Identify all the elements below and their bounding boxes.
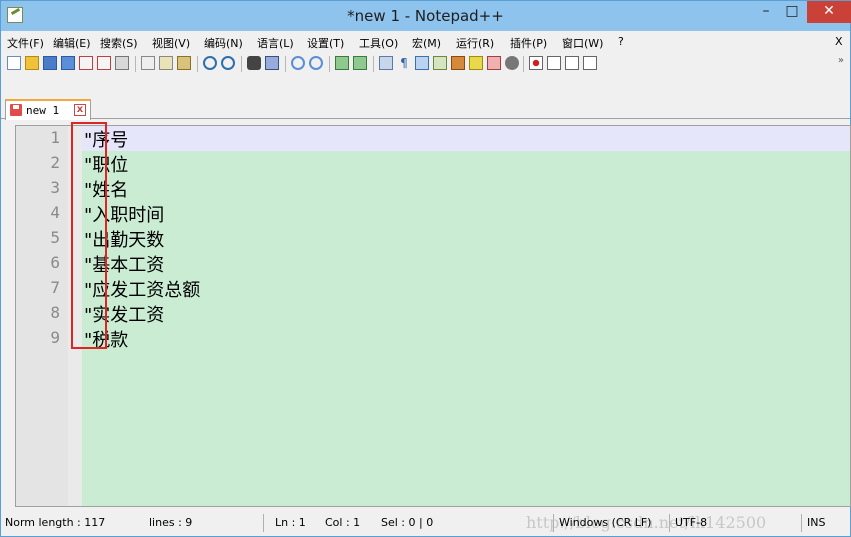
line-number: 3 xyxy=(50,178,60,197)
find-icon[interactable] xyxy=(247,56,261,70)
close-all-icon[interactable] xyxy=(97,56,111,70)
status-selection: Sel : 0 | 0 xyxy=(381,516,434,529)
word-wrap-icon[interactable] xyxy=(379,56,393,70)
toolbar-overflow-icon[interactable]: » xyxy=(838,55,844,66)
menu-window[interactable]: 窗口(W) xyxy=(562,35,603,51)
title-bar[interactable]: *new 1 - Notepad++ – □ ✕ xyxy=(1,1,851,31)
tab-close-icon[interactable]: x xyxy=(74,104,86,116)
menu-tools[interactable]: 工具(O) xyxy=(359,35,398,51)
play-macro-icon[interactable] xyxy=(565,56,579,70)
user-language-icon[interactable] xyxy=(433,56,447,70)
status-lines: lines : 9 xyxy=(149,516,193,529)
tab-label: new 1 xyxy=(26,104,60,117)
toolbar-separator xyxy=(523,56,524,72)
menu-plugins[interactable]: 插件(P) xyxy=(510,35,547,51)
undo-icon[interactable] xyxy=(203,56,217,70)
status-separator xyxy=(263,514,264,532)
line-number: 8 xyxy=(50,303,60,322)
print-icon[interactable] xyxy=(115,56,129,70)
maximize-button[interactable]: □ xyxy=(779,1,805,23)
redo-icon[interactable] xyxy=(221,56,235,70)
menu-edit[interactable]: 编辑(E) xyxy=(53,35,91,51)
current-line-highlight xyxy=(82,126,850,151)
indent-guide-icon[interactable] xyxy=(415,56,429,70)
menu-view[interactable]: 视图(V) xyxy=(152,35,190,51)
close-file-icon[interactable] xyxy=(79,56,93,70)
status-separator xyxy=(801,514,802,532)
sync-horizontal-icon[interactable] xyxy=(353,56,367,70)
folder-workspace-icon[interactable] xyxy=(487,56,501,70)
line-number: 1 xyxy=(50,128,60,147)
menu-macro[interactable]: 宏(M) xyxy=(412,35,441,51)
tab-bar: new 1 x xyxy=(1,97,850,120)
close-button[interactable]: ✕ xyxy=(807,1,851,23)
show-all-chars-icon[interactable]: ¶ xyxy=(397,56,411,70)
cut-icon[interactable] xyxy=(141,56,155,70)
window-title: *new 1 - Notepad++ xyxy=(347,7,504,25)
highlight-annotation-box xyxy=(71,122,107,349)
menu-language[interactable]: 语言(L) xyxy=(257,35,294,51)
status-column: Col : 1 xyxy=(325,516,361,529)
toolbar-separator xyxy=(329,56,330,72)
status-bar: Norm length : 117 lines : 9 Ln : 1 Col :… xyxy=(1,510,850,536)
copy-icon[interactable] xyxy=(159,56,173,70)
menu-settings[interactable]: 设置(T) xyxy=(307,35,344,51)
toolbar-separator xyxy=(241,56,242,72)
replace-icon[interactable] xyxy=(265,56,279,70)
status-line: Ln : 1 xyxy=(275,516,306,529)
menu-run[interactable]: 运行(R) xyxy=(456,35,494,51)
toolbar-separator xyxy=(135,56,136,72)
line-number: 9 xyxy=(50,328,60,347)
text-editor[interactable]: 1 "序号 2 "职位 3 "姓名 4 "入职时间 5 "出勤天数 6 "基本工… xyxy=(15,122,851,507)
status-eol: Windows (CR LF) xyxy=(559,516,652,529)
menu-help[interactable]: ? xyxy=(618,35,624,48)
status-insert-mode: INS xyxy=(807,516,826,529)
line-number: 7 xyxy=(50,278,60,297)
line-number: 2 xyxy=(50,153,60,172)
line-number: 4 xyxy=(50,203,60,222)
line-number: 5 xyxy=(50,228,60,247)
toolbar-separator xyxy=(197,56,198,72)
menu-close-doc[interactable]: X xyxy=(835,35,843,48)
line-number: 6 xyxy=(50,253,60,272)
toolbar: ¶ » xyxy=(1,51,850,77)
unsaved-file-icon xyxy=(10,104,22,116)
minimize-button[interactable]: – xyxy=(753,1,779,23)
function-list-icon[interactable] xyxy=(469,56,483,70)
tab-new-1[interactable]: new 1 x xyxy=(5,99,91,120)
status-length: Norm length : 117 xyxy=(5,516,106,529)
toolbar-separator xyxy=(285,56,286,72)
monitoring-icon[interactable] xyxy=(505,56,519,70)
notepadpp-window: *new 1 - Notepad++ – □ ✕ 文件(F) 编辑(E) 搜索(… xyxy=(0,0,851,537)
status-separator xyxy=(553,514,554,532)
status-separator xyxy=(669,514,670,532)
menu-file[interactable]: 文件(F) xyxy=(7,35,44,51)
open-file-icon[interactable] xyxy=(25,56,39,70)
save-icon[interactable] xyxy=(43,56,57,70)
doc-map-icon[interactable] xyxy=(451,56,465,70)
save-all-icon[interactable] xyxy=(61,56,75,70)
menu-search[interactable]: 搜索(S) xyxy=(100,35,138,51)
record-macro-icon[interactable] xyxy=(529,56,543,70)
toolbar-separator xyxy=(373,56,374,72)
run-macro-multiple-icon[interactable] xyxy=(583,56,597,70)
menu-bar: 文件(F) 编辑(E) 搜索(S) 视图(V) 编码(N) 语言(L) 设置(T… xyxy=(1,31,850,51)
stop-macro-icon[interactable] xyxy=(547,56,561,70)
sync-vertical-icon[interactable] xyxy=(335,56,349,70)
paste-icon[interactable] xyxy=(177,56,191,70)
status-encoding: UTF-8 xyxy=(675,516,708,529)
zoom-in-icon[interactable] xyxy=(291,56,305,70)
menu-encoding[interactable]: 编码(N) xyxy=(204,35,243,51)
new-file-icon[interactable] xyxy=(7,56,21,70)
zoom-out-icon[interactable] xyxy=(309,56,323,70)
